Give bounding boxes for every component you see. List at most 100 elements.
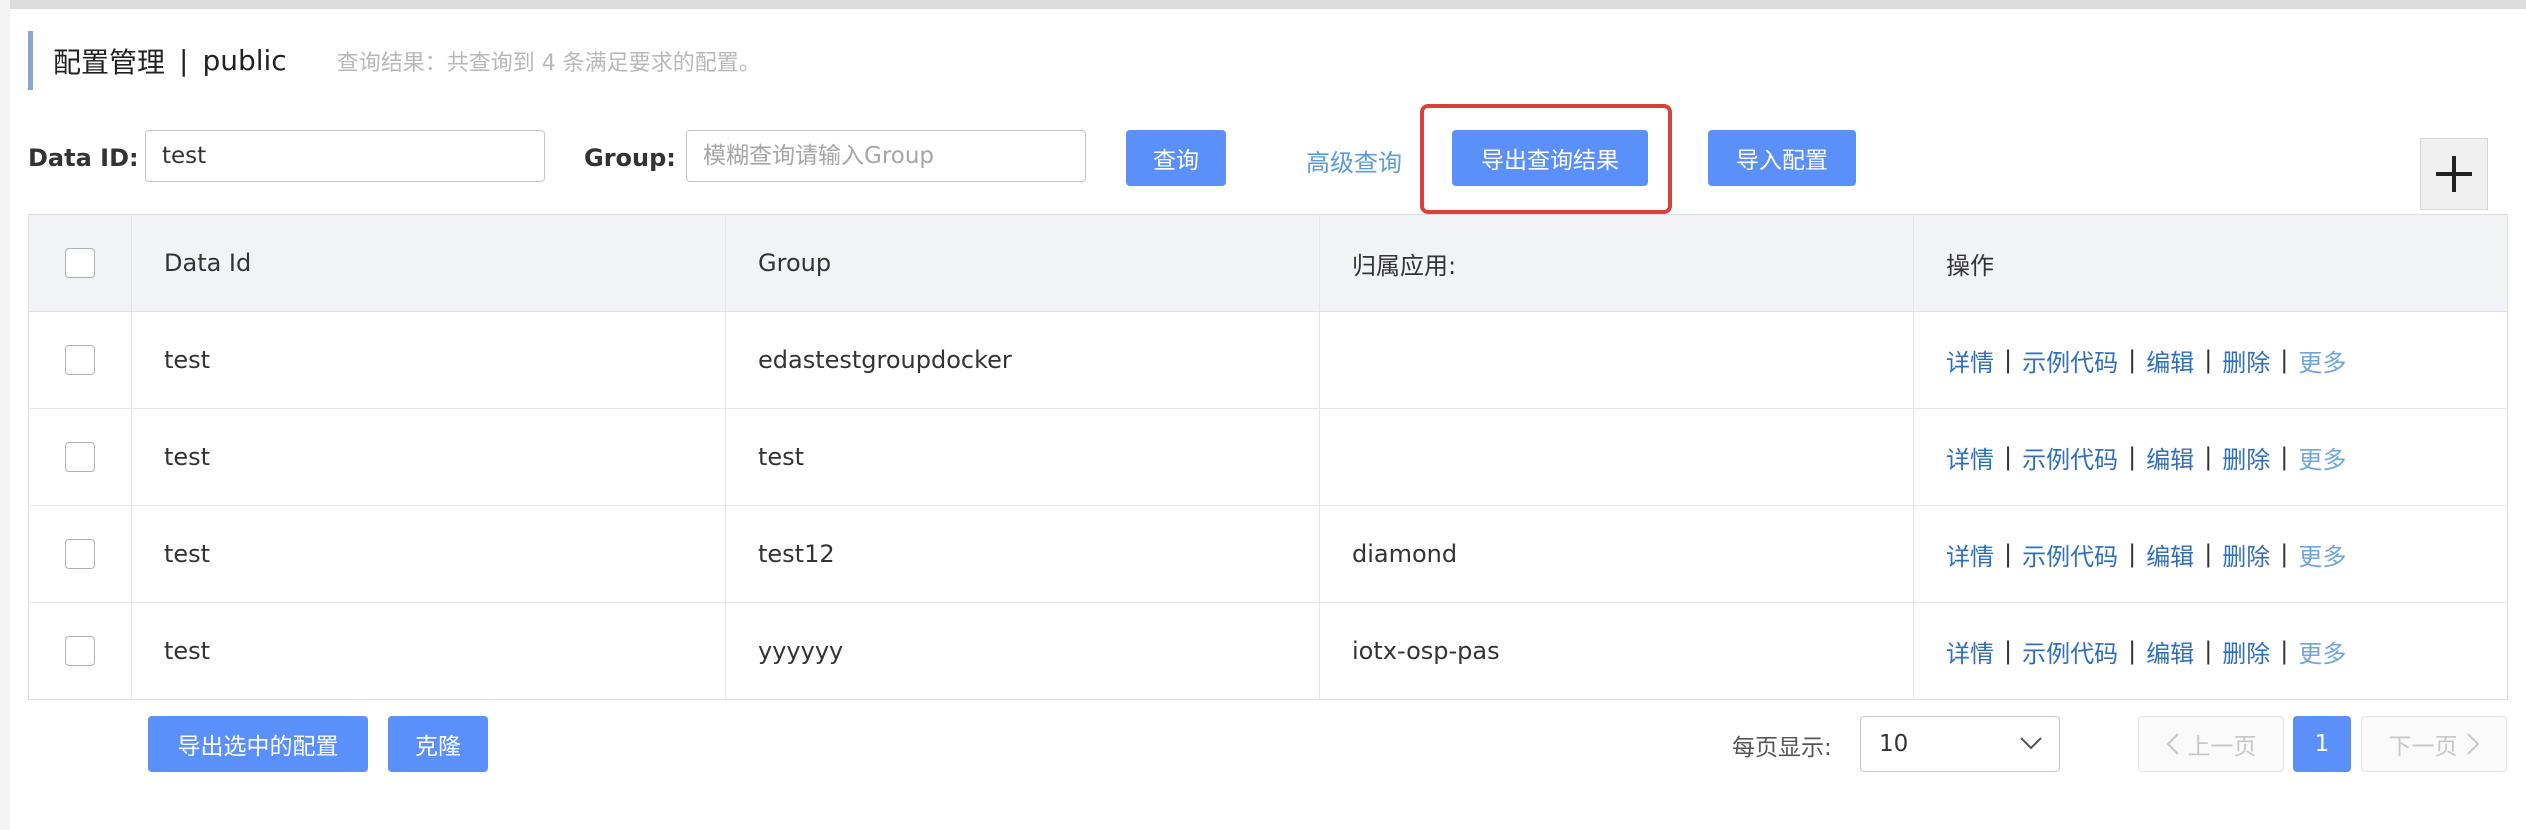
export-selected-button[interactable]: 导出选中的配置: [148, 716, 368, 772]
action-separator: |: [2004, 540, 2013, 568]
sample-code-link[interactable]: 示例代码: [2022, 537, 2118, 572]
row-checkbox[interactable]: [65, 636, 95, 666]
group-cell: yyyyyy: [726, 603, 1320, 699]
edit-link[interactable]: 编辑: [2146, 343, 2194, 378]
detail-link[interactable]: 详情: [1946, 634, 1994, 669]
prev-page-label: 上一页: [2187, 734, 2257, 760]
prev-page-button[interactable]: 上一页: [2138, 716, 2284, 772]
highlight-annotation-box: [1420, 104, 1672, 214]
action-separator: |: [2128, 637, 2137, 665]
detail-link[interactable]: 详情: [1946, 343, 1994, 378]
action-separator: |: [2280, 637, 2289, 665]
app-cell: [1320, 312, 1914, 408]
row-select-cell: [29, 506, 132, 602]
page-title: 配置管理: [53, 45, 166, 79]
more-link[interactable]: 更多: [2298, 634, 2346, 669]
current-page-button[interactable]: 1: [2293, 716, 2351, 772]
title-separator: |: [179, 44, 189, 77]
more-link[interactable]: 更多: [2298, 537, 2346, 572]
action-separator: |: [2204, 540, 2213, 568]
actions-cell: 详情 | 示例代码 | 编辑 | 删除 | 更多: [1914, 603, 2507, 699]
group-cell: edastestgroupdocker: [726, 312, 1320, 408]
left-edge-strip: [0, 0, 10, 830]
delete-link[interactable]: 删除: [2222, 343, 2270, 378]
actions-cell: 详情 | 示例代码 | 编辑 | 删除 | 更多: [1914, 312, 2507, 408]
actions-cell: 详情 | 示例代码 | 编辑 | 删除 | 更多: [1914, 409, 2507, 505]
action-separator: |: [2204, 346, 2213, 374]
detail-link[interactable]: 详情: [1946, 440, 1994, 475]
detail-link[interactable]: 详情: [1946, 537, 1994, 572]
search-bar: Data ID: Group: 查询 高级查询 导出查询结果 导入配置: [28, 130, 2498, 186]
top-divider: [10, 0, 2526, 9]
data-id-input[interactable]: [145, 130, 545, 182]
action-separator: |: [2280, 540, 2289, 568]
group-label: Group:: [584, 144, 676, 172]
delete-link[interactable]: 删除: [2222, 537, 2270, 572]
row-checkbox[interactable]: [65, 539, 95, 569]
table-footer: 导出选中的配置 克隆 每页显示: 10 上一页 1 下一页: [28, 716, 2508, 772]
plus-icon: [2436, 156, 2472, 192]
table-row: test test 详情 | 示例代码 | 编辑 | 删除 | 更多: [29, 409, 2507, 506]
page-header: 配置管理 | public 查询结果：共查询到 4 条满足要求的配置。: [28, 31, 761, 90]
edit-link[interactable]: 编辑: [2146, 440, 2194, 475]
data-id-cell: test: [132, 506, 726, 602]
row-checkbox[interactable]: [65, 442, 95, 472]
edit-link[interactable]: 编辑: [2146, 537, 2194, 572]
advanced-query-link[interactable]: 高级查询: [1306, 143, 1402, 178]
chevron-left-icon: [2166, 733, 2179, 755]
column-header-actions: 操作: [1946, 251, 1994, 280]
query-button[interactable]: 查询: [1126, 130, 1226, 186]
clone-button[interactable]: 克隆: [388, 716, 488, 772]
data-id-cell: test: [132, 603, 726, 699]
app-cell: diamond: [1320, 506, 1914, 602]
table-row: test edastestgroupdocker 详情 | 示例代码 | 编辑 …: [29, 312, 2507, 409]
more-link[interactable]: 更多: [2298, 440, 2346, 475]
delete-link[interactable]: 删除: [2222, 440, 2270, 475]
more-link[interactable]: 更多: [2298, 343, 2346, 378]
action-separator: |: [2128, 346, 2137, 374]
data-id-cell: test: [132, 312, 726, 408]
app-cell: iotx-osp-pas: [1320, 603, 1914, 699]
action-separator: |: [2128, 540, 2137, 568]
next-page-button[interactable]: 下一页: [2361, 716, 2507, 772]
column-header-app[interactable]: 归属应用:: [1320, 215, 1914, 311]
sample-code-link[interactable]: 示例代码: [2022, 634, 2118, 669]
column-header-group[interactable]: Group: [726, 215, 1320, 311]
delete-link[interactable]: 删除: [2222, 634, 2270, 669]
row-select-cell: [29, 312, 132, 408]
column-header-data-id[interactable]: Data Id: [132, 215, 726, 311]
select-all-checkbox[interactable]: [65, 248, 95, 278]
action-separator: |: [2204, 637, 2213, 665]
action-separator: |: [2204, 443, 2213, 471]
add-config-button[interactable]: [2420, 138, 2488, 210]
action-separator: |: [2004, 637, 2013, 665]
action-separator: |: [2004, 443, 2013, 471]
chevron-down-icon: [2020, 737, 2042, 750]
row-select-cell: [29, 603, 132, 699]
page-size-select[interactable]: 10: [1860, 716, 2060, 772]
actions-cell: 详情 | 示例代码 | 编辑 | 删除 | 更多: [1914, 506, 2507, 602]
sample-code-link[interactable]: 示例代码: [2022, 343, 2118, 378]
action-separator: |: [2004, 346, 2013, 374]
next-page-label: 下一页: [2388, 734, 2458, 760]
page-size-value: 10: [1879, 731, 1909, 757]
group-input[interactable]: [686, 130, 1086, 182]
edit-link[interactable]: 编辑: [2146, 634, 2194, 669]
action-separator: |: [2280, 443, 2289, 471]
action-separator: |: [2280, 346, 2289, 374]
action-separator: |: [2128, 443, 2137, 471]
app-cell: [1320, 409, 1914, 505]
data-id-label: Data ID:: [28, 144, 139, 172]
table-row: test test12 diamond 详情 | 示例代码 | 编辑 | 删除 …: [29, 506, 2507, 603]
import-config-button[interactable]: 导入配置: [1708, 130, 1856, 186]
query-result-summary: 查询结果：共查询到 4 条满足要求的配置。: [336, 50, 761, 76]
chevron-right-icon: [2466, 733, 2479, 755]
table-header: Data Id Group 归属应用: 操作: [29, 215, 2507, 312]
group-cell: test: [726, 409, 1320, 505]
config-table: Data Id Group 归属应用: 操作 test edastestgrou…: [28, 214, 2508, 700]
sample-code-link[interactable]: 示例代码: [2022, 440, 2118, 475]
table-row: test yyyyyy iotx-osp-pas 详情 | 示例代码 | 编辑 …: [29, 603, 2507, 699]
row-checkbox[interactable]: [65, 345, 95, 375]
page-size-label: 每页显示:: [1732, 735, 1832, 761]
row-select-cell: [29, 409, 132, 505]
